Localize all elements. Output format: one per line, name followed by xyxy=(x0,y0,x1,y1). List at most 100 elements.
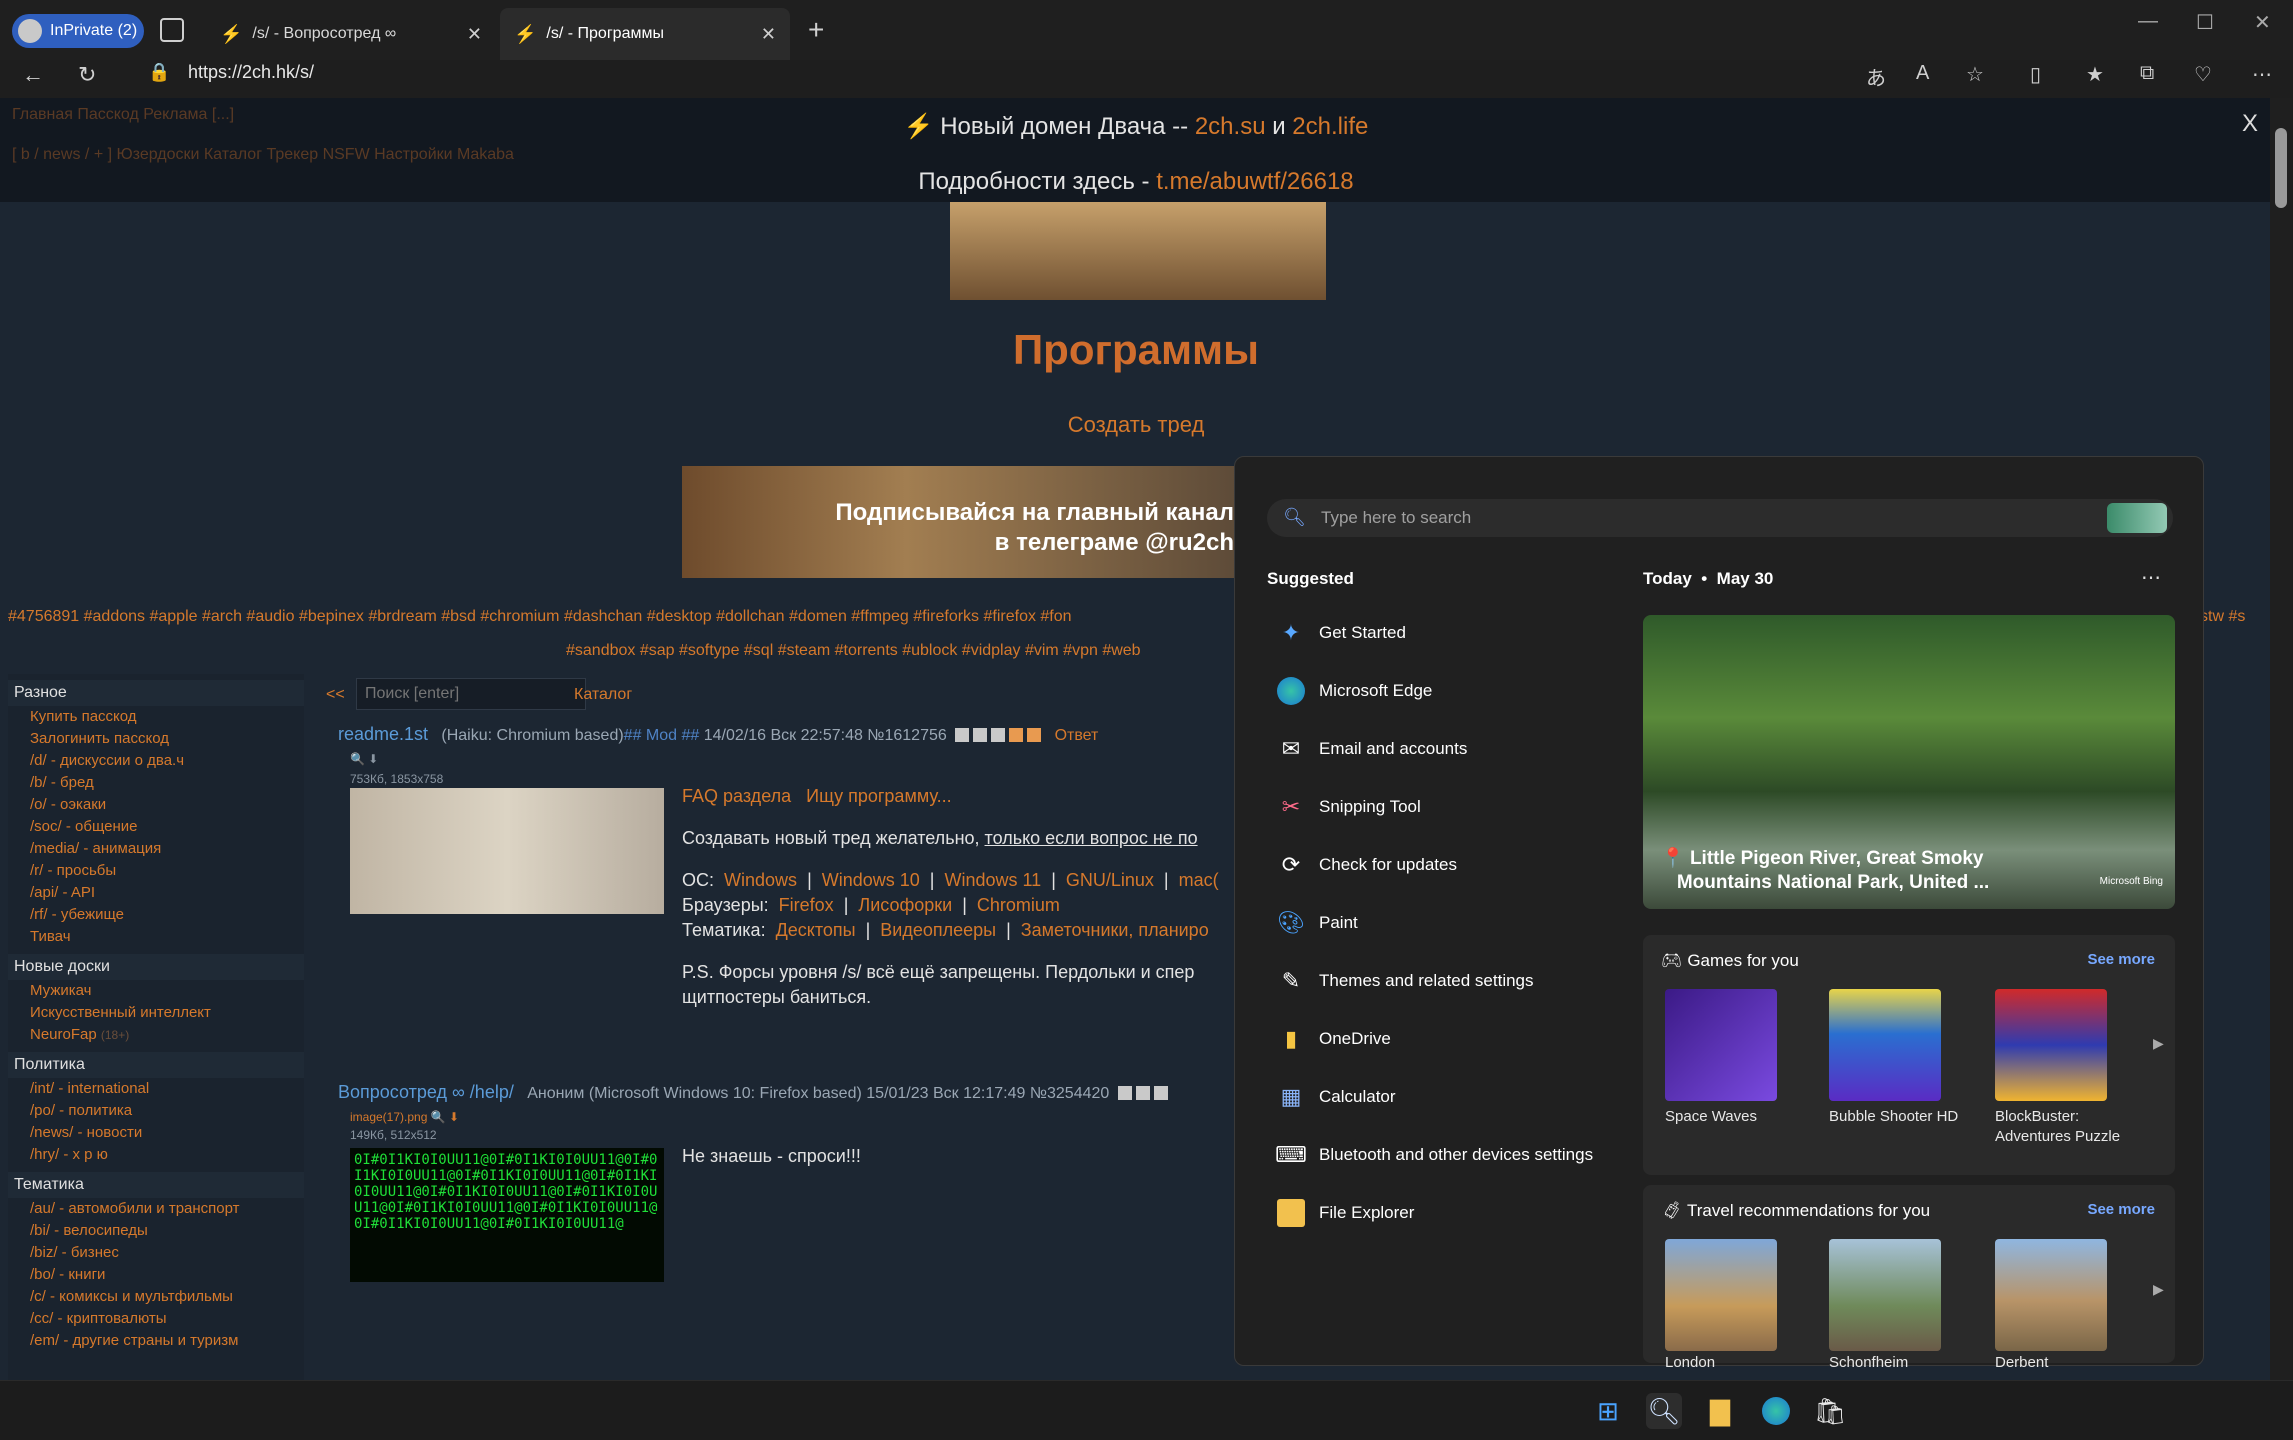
new-tab-icon[interactable]: + xyxy=(808,14,824,46)
catalog-link[interactable]: Каталог xyxy=(574,686,632,704)
travel-see-more-link[interactable]: See more xyxy=(2087,1201,2155,1218)
tab-vopros[interactable]: ⚡ /s/ - Вопросотред ∞ ✕ xyxy=(206,8,496,60)
maximize-icon[interactable]: ☐ xyxy=(2196,10,2214,35)
post-subject[interactable]: readme.1st xyxy=(338,724,428,744)
os-link[interactable]: GNU/Linux xyxy=(1066,870,1154,890)
post-subject[interactable]: Вопросотред ∞ /help/ xyxy=(338,1082,514,1102)
translate-icon[interactable]: あ xyxy=(1866,62,1886,91)
edge-taskbar-icon[interactable] xyxy=(1758,1393,1794,1429)
suggested-item[interactable]: ✦ Get Started xyxy=(1277,613,1406,653)
suggested-item[interactable]: ✂ Snipping Tool xyxy=(1277,787,1421,827)
games-next-arrow[interactable]: ▶ xyxy=(2153,1035,2164,1052)
tag-list-row-1-right[interactable]: stw #s xyxy=(2200,608,2245,626)
sidebar-link[interactable]: /biz/ - бизнес xyxy=(8,1242,304,1264)
page-scrollbar[interactable] xyxy=(2270,98,2292,1380)
sidebar-link[interactable]: NeuroFap (18+) xyxy=(8,1024,304,1046)
bing-featured-image[interactable]: 📍 Little Pigeon River, Great Smoky Mount… xyxy=(1643,615,2175,909)
suggested-item[interactable]: Microsoft Edge xyxy=(1277,671,1432,711)
browser-link[interactable]: Лисофорки xyxy=(858,895,952,915)
find-program-link[interactable]: Ищу программу... xyxy=(806,786,951,806)
minimize-icon[interactable]: — xyxy=(2138,10,2158,33)
close-tab-icon[interactable]: ✕ xyxy=(467,24,482,45)
sidebar-link[interactable]: Залогинить пасскод xyxy=(8,728,304,750)
sidebar-link[interactable]: /po/ - политика xyxy=(8,1100,304,1122)
sidebar-link[interactable]: Тивач xyxy=(8,926,304,948)
os-link[interactable]: Windows 11 xyxy=(944,870,1041,890)
travel-tile-london[interactable] xyxy=(1665,1239,1777,1351)
tab-programs[interactable]: ⚡ /s/ - Программы ✕ xyxy=(500,8,790,60)
faq-link[interactable]: FAQ раздела xyxy=(682,786,791,806)
create-thread-link[interactable]: Создать тред xyxy=(0,412,2272,438)
read-aloud-icon[interactable]: A xyxy=(1916,62,1929,85)
os-link[interactable]: mac( xyxy=(1179,870,1219,890)
split-screen-icon[interactable]: ▯ xyxy=(2030,62,2041,87)
suggested-item[interactable]: ▮ OneDrive xyxy=(1277,1019,1391,1059)
telegram-link[interactable]: t.me/abuwtf/26618 xyxy=(1156,168,1353,195)
hide-icon[interactable] xyxy=(1135,1086,1150,1100)
games-see-more-link[interactable]: See more xyxy=(2087,951,2155,968)
browser-link[interactable]: Chromium xyxy=(977,895,1060,915)
post-2-filename[interactable]: image(17).png 🔍 ⬇ xyxy=(350,1110,459,1124)
top-nav-row-2[interactable]: [ b / news / + ] Юзердоски Каталог Треке… xyxy=(12,146,514,164)
tag-list-row-1[interactable]: #4756891 #addons #apple #arch #audio #be… xyxy=(8,608,1072,626)
refresh-icon[interactable]: ↻ xyxy=(78,62,96,88)
search-taskbar-icon[interactable]: 🔍︎ xyxy=(1646,1393,1682,1429)
sidebar-link[interactable]: /b/ - бред xyxy=(8,772,304,794)
more-options-icon[interactable]: ⋯ xyxy=(2141,565,2161,590)
theme-link[interactable]: Заметочники, планиро xyxy=(1021,920,1209,940)
post-1-thumbnail[interactable] xyxy=(350,788,664,914)
tab-actions-icon[interactable] xyxy=(160,18,184,42)
os-link[interactable]: Windows xyxy=(724,870,797,890)
post-2-thumbnail[interactable]: 0I#0I1KI0I0UU11@0I#0I1KI0I0UU11@0I#0I1KI… xyxy=(350,1148,664,1282)
menu-dots-icon[interactable]: ⋯ xyxy=(2252,62,2272,87)
star-icon[interactable] xyxy=(1117,1086,1132,1100)
sidebar-link[interactable]: /soc/ - общение xyxy=(8,816,304,838)
suggested-item[interactable]: ✉ Email and accounts xyxy=(1277,729,1468,769)
travel-tile-schonfheim[interactable] xyxy=(1829,1239,1941,1351)
start-icon[interactable]: ⊞ xyxy=(1590,1393,1626,1429)
star-icon[interactable] xyxy=(955,728,970,742)
store-icon[interactable]: 🛍︎ xyxy=(1812,1393,1848,1429)
board-search-input[interactable] xyxy=(356,678,586,710)
top-nav-row-1[interactable]: Главная Пасскод Реклама [...] xyxy=(12,106,234,124)
suggested-item[interactable]: ⟳ Check for updates xyxy=(1277,845,1457,885)
sidebar-link[interactable]: Мужикач xyxy=(8,980,304,1002)
suggested-item[interactable]: ▦ Calculator xyxy=(1277,1077,1396,1117)
sidebar-link[interactable]: /au/ - автомобили и транспорт xyxy=(8,1198,304,1220)
sidebar-link[interactable]: /news/ - новости xyxy=(8,1122,304,1144)
reply-link[interactable]: Ответ xyxy=(1055,727,1099,744)
inprivate-profile-button[interactable]: InPrivate (2) xyxy=(12,14,144,48)
sidebar-link[interactable]: /api/ - API xyxy=(8,882,304,904)
post-date[interactable]: 14/02/16 Вск 22:57:48 №1612756 xyxy=(704,727,947,744)
suggested-item[interactable]: ✎ Themes and related settings xyxy=(1277,961,1534,1001)
performance-icon[interactable]: ♡ xyxy=(2194,62,2212,87)
post-date[interactable]: 15/01/23 Вск 12:17:49 №3254420 xyxy=(866,1085,1109,1102)
sidebar-link[interactable]: /int/ - international xyxy=(8,1078,304,1100)
play-icon[interactable] xyxy=(991,728,1006,742)
sidebar-link[interactable]: /rf/ - убежище xyxy=(8,904,304,926)
back-icon[interactable]: ← xyxy=(22,62,44,88)
favorite-star-icon[interactable]: ☆ xyxy=(1966,62,1984,87)
domain-link-2[interactable]: 2ch.life xyxy=(1292,113,1368,140)
sidebar-link[interactable]: /c/ - комиксы и мультфильмы xyxy=(8,1286,304,1308)
suggested-item[interactable]: ⌨ Bluetooth and other devices settings xyxy=(1275,1135,1593,1175)
suggested-item[interactable]: 🎨︎ Paint xyxy=(1277,903,1358,943)
windows-search-box[interactable]: 🔍︎ Type here to search xyxy=(1267,499,2173,537)
collections-icon[interactable]: ⧉ xyxy=(2140,62,2154,85)
game-tile-blockbuster[interactable] xyxy=(1995,989,2107,1101)
scrollbar-thumb[interactable] xyxy=(2275,128,2287,208)
domain-link-1[interactable]: 2ch.su xyxy=(1195,113,1266,140)
sidebar-link[interactable]: /bo/ - книги xyxy=(8,1264,304,1286)
sidebar-link[interactable]: /d/ - дискуссии о два.ч xyxy=(8,750,304,772)
telegram-ad-banner[interactable]: Подписывайся на главный канал в телеграме… xyxy=(682,466,1242,578)
os-link[interactable]: Windows 10 xyxy=(822,870,920,890)
sidebar-link[interactable]: Купить пасскод xyxy=(8,706,304,728)
close-window-icon[interactable]: ✕ xyxy=(2254,10,2271,35)
sidebar-link[interactable]: /em/ - другие страны и туризм xyxy=(8,1330,304,1352)
favorites-icon[interactable]: ★ xyxy=(2086,62,2104,87)
theme-link[interactable]: Десктопы xyxy=(776,920,856,940)
game-tile-space-waves[interactable] xyxy=(1665,989,1777,1101)
sidebar-link[interactable]: /media/ - анимация xyxy=(8,838,304,860)
play-icon[interactable] xyxy=(1153,1086,1168,1100)
sidebar-link[interactable]: /r/ - просьбы xyxy=(8,860,304,882)
